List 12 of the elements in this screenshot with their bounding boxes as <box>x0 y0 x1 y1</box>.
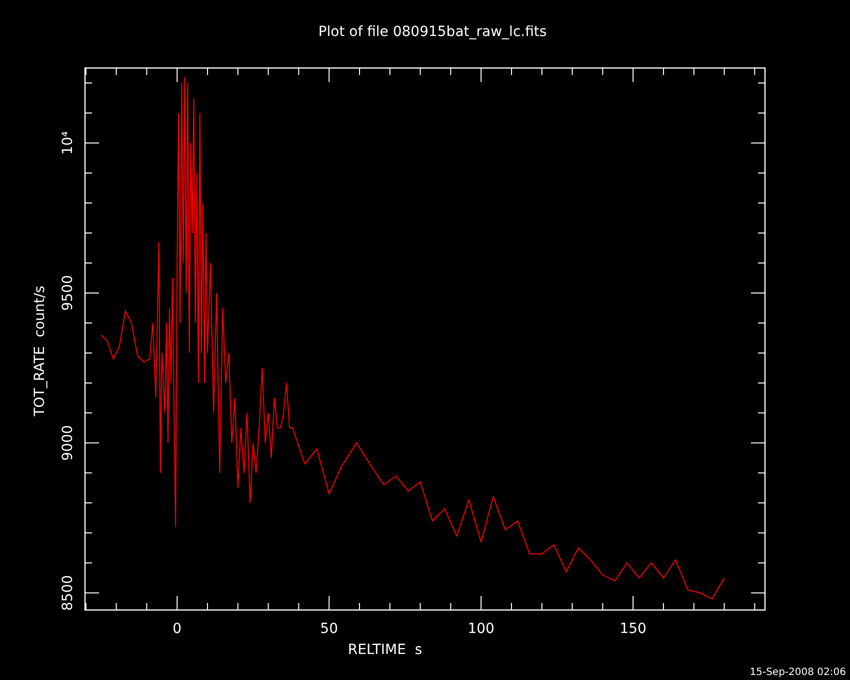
tick-label: 9500 <box>60 275 76 311</box>
timestamp: 15-Sep-2008 02:06 <box>750 667 846 678</box>
axis-label: RELTIME s <box>348 642 422 658</box>
axis-label: TOT_RATE count/s <box>32 286 48 416</box>
tick-label: 150 <box>620 621 646 637</box>
tick-label: 50 <box>320 621 338 637</box>
tick-label: 8500 <box>60 575 76 611</box>
tick-label: 10⁴ <box>60 131 76 155</box>
plot-title: Plot of file 080915bat_raw_lc.fits <box>318 23 547 40</box>
tick-label: 9000 <box>60 425 76 461</box>
tick-label: 0 <box>172 621 182 637</box>
tick-label: 100 <box>468 621 494 637</box>
